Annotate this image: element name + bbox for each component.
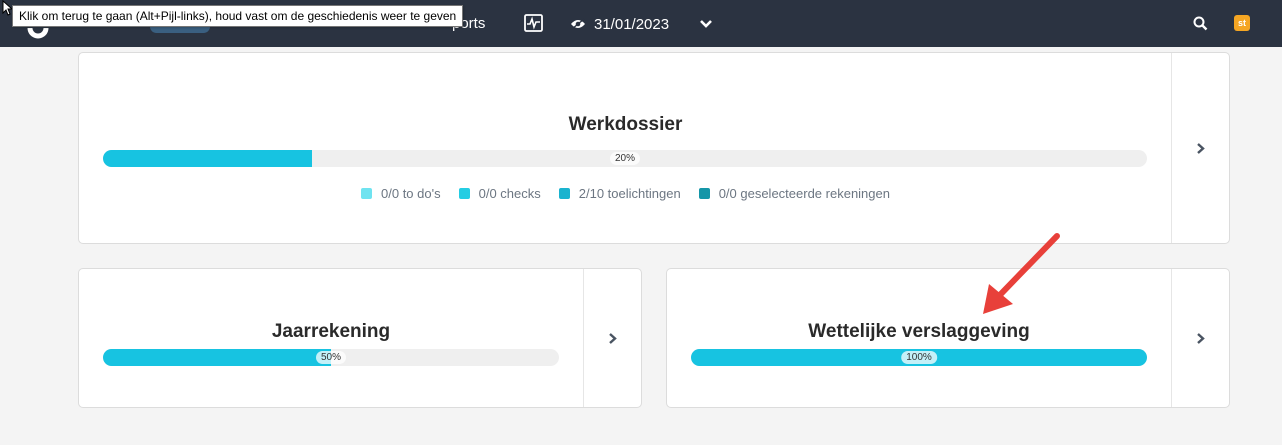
legend-swatch-toelichtingen bbox=[558, 188, 570, 199]
werkdossier-progress-label: 20% bbox=[609, 152, 641, 165]
wettelijke-progress-bar: 100% bbox=[691, 349, 1147, 366]
jaarrekening-progress-fill bbox=[103, 349, 331, 366]
wettelijke-title: Wettelijke verslaggeving bbox=[808, 321, 1030, 342]
werkdossier-progress-fill bbox=[103, 150, 312, 167]
legend-item-todos: 0/0 to do's bbox=[361, 186, 441, 201]
chevron-down-icon[interactable] bbox=[697, 15, 715, 33]
jaarrekening-card[interactable]: Jaarrekening 50% bbox=[78, 268, 642, 408]
pulse-chart-icon[interactable] bbox=[523, 13, 543, 33]
wettelijke-progress-label: 100% bbox=[901, 351, 937, 364]
date-selector[interactable]: 31/01/2023 bbox=[570, 13, 669, 35]
jaarrekening-card-body: Jaarrekening 50% bbox=[79, 269, 583, 407]
wettelijke-verslaggeving-card[interactable]: Wettelijke verslaggeving 100% bbox=[666, 268, 1230, 408]
jaarrekening-open-button[interactable] bbox=[583, 269, 641, 407]
chevron-right-icon bbox=[609, 332, 617, 344]
legend-label-checks: 0/0 checks bbox=[478, 186, 541, 201]
wettelijke-open-button[interactable] bbox=[1171, 269, 1229, 407]
legend-item-checks: 0/0 checks bbox=[458, 186, 541, 201]
wettelijke-card-body: Wettelijke verslaggeving 100% bbox=[667, 269, 1171, 407]
legend-item-toelichtingen: 2/10 toelichtingen bbox=[558, 186, 681, 201]
werkdossier-title: Werkdossier bbox=[568, 114, 683, 135]
werkdossier-card-body: Werkdossier 20% 0/0 to do's 0/0 checks 2… bbox=[79, 53, 1172, 243]
chevron-right-icon bbox=[1197, 332, 1205, 344]
chevron-right-icon bbox=[1197, 142, 1205, 154]
user-avatar-badge[interactable]: st bbox=[1234, 15, 1250, 31]
jaarrekening-progress-bar: 50% bbox=[103, 349, 559, 366]
legend-swatch-todos bbox=[361, 188, 373, 199]
search-icon[interactable] bbox=[1191, 14, 1209, 32]
legend-label-toelichtingen: 2/10 toelichtingen bbox=[578, 186, 681, 201]
jaarrekening-title: Jaarrekening bbox=[271, 321, 391, 342]
legend-label-todos: 0/0 to do's bbox=[381, 186, 441, 201]
werkdossier-progress-bar: 20% bbox=[103, 150, 1147, 167]
legend-item-rekeningen: 0/0 geselecteerde rekeningen bbox=[698, 186, 890, 201]
legend-swatch-checks bbox=[458, 188, 470, 199]
werkdossier-open-button[interactable] bbox=[1171, 53, 1229, 243]
legend-label-rekeningen: 0/0 geselecteerde rekeningen bbox=[718, 186, 890, 201]
legend-swatch-rekeningen bbox=[698, 188, 710, 199]
selected-date: 31/01/2023 bbox=[594, 15, 670, 33]
back-button-tooltip: Klik om terug te gaan (Alt+Pijl-links), … bbox=[12, 5, 464, 27]
werkdossier-card[interactable]: Werkdossier 20% 0/0 to do's 0/0 checks 2… bbox=[78, 52, 1230, 244]
annotation-arrow-icon bbox=[983, 233, 1060, 314]
werkdossier-legend: 0/0 to do's 0/0 checks 2/10 toelichtinge… bbox=[79, 186, 1172, 201]
jaarrekening-progress-label: 50% bbox=[315, 351, 347, 364]
eye-icon bbox=[571, 18, 585, 30]
